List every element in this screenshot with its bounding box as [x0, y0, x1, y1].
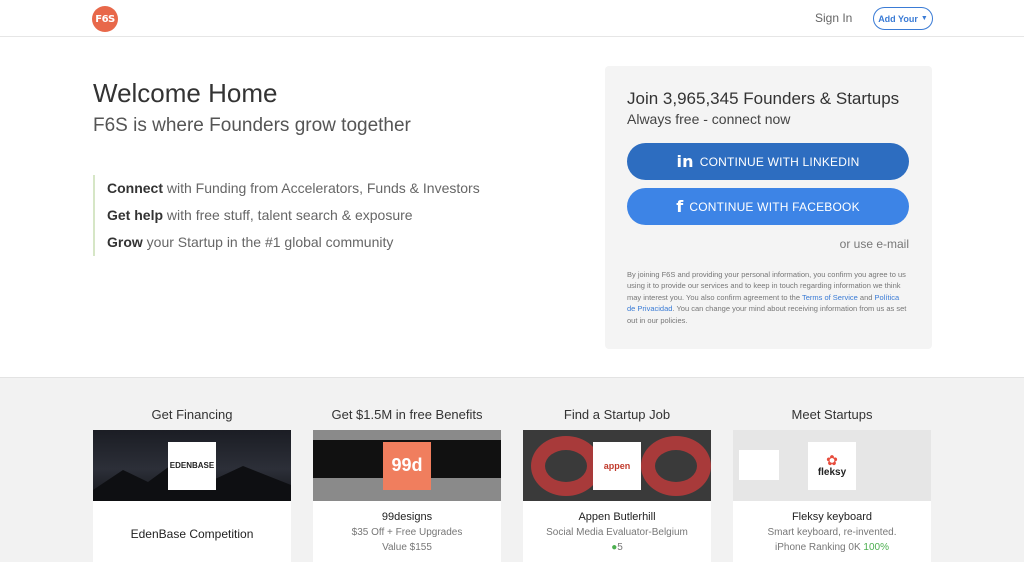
feature-text: with free stuff, talent search & exposur… [163, 207, 413, 223]
page-title: Welcome Home [93, 78, 278, 108]
section-title-startups: Meet Startups [791, 407, 873, 422]
privacy-disclaimer: By joining F6S and providing your person… [627, 269, 909, 326]
join-subtitle: Always free - connect now [627, 111, 791, 127]
page-tagline: F6S is where Founders grow together [93, 115, 411, 136]
feature-item: Connect with Funding from Accelerators, … [107, 175, 480, 202]
feature-list: Connect with Funding from Accelerators, … [93, 175, 480, 256]
section-title-financing: Get Financing [151, 407, 233, 422]
ranking-text: iPhone Ranking 0K [775, 542, 861, 553]
appen-backdrop [531, 436, 601, 496]
card-name: Fleksy keyboard [791, 511, 873, 523]
linkedin-button[interactable]: in CONTINUE WITH LINKEDIN [627, 143, 909, 180]
linkedin-icon: in [676, 152, 694, 171]
card-score: ●5 [523, 542, 711, 553]
fleksy-logo-text: fleksy [817, 467, 847, 478]
card-description: Smart keyboard, re-invented. [767, 527, 897, 538]
top-navbar: F6S Sign In Add Your ▼ [0, 0, 1024, 37]
facebook-icon: f [676, 197, 684, 216]
99designs-logo: 99d [383, 441, 431, 490]
card-job[interactable]: appen Appen Butlerhill Social Media Eval… [523, 430, 711, 562]
card-image: 99d [313, 430, 501, 501]
card-startups[interactable]: ✿ fleksy Fleksy keyboard Smart keyboard,… [733, 430, 931, 562]
appen-logo: appen [593, 441, 641, 490]
card-image: appen [523, 430, 711, 501]
feature-bold: Grow [107, 234, 143, 250]
feature-text: your Startup in the #1 global community [142, 234, 394, 250]
join-title: Join 3,965,345 Founders & Startups [627, 89, 900, 108]
card-name: EdenBase Competition [130, 527, 254, 541]
feature-text: with Funding from Accelerators, Funds & … [163, 180, 480, 196]
chevron-down-icon: ▼ [920, 15, 928, 22]
feature-item: Grow your Startup in the #1 global commu… [107, 229, 480, 256]
card-benefits[interactable]: 99d 99designs $35 Off + Free Upgrades Va… [313, 430, 501, 562]
edenbase-logo: EDENBASE [168, 441, 216, 490]
feature-bold: Get help [107, 207, 164, 223]
screenshot-thumb [739, 450, 779, 480]
section-title-job: Find a Startup Job [563, 407, 671, 422]
sign-in-link[interactable]: Sign In [815, 11, 852, 25]
facebook-label: CONTINUE WITH FACEBOOK [689, 199, 860, 214]
card-role: Social Media Evaluator-Belgium [546, 527, 688, 538]
terms-link[interactable]: Terms of Service [802, 293, 858, 302]
card-name: Appen Butlerhill [578, 511, 656, 523]
card-name: 99designs [381, 511, 433, 523]
score-value: 5 [617, 542, 623, 553]
card-ranking: iPhone Ranking 0K 100% [733, 542, 931, 553]
card-image: EDENBASE [93, 430, 291, 501]
fleksy-dots-icon: ✿ [826, 452, 838, 468]
add-your-button[interactable]: Add Your ▼ [873, 7, 933, 30]
f6s-logo[interactable]: F6S [92, 6, 118, 32]
section-title-benefits: Get $1.5M in free Benefits [331, 407, 483, 422]
card-financing[interactable]: EDENBASE EdenBase Competition [93, 430, 291, 562]
add-your-label: Add Your [878, 13, 918, 24]
card-image: ✿ fleksy [733, 430, 931, 501]
email-signup-link[interactable]: or use e-mail [840, 237, 909, 251]
linkedin-label: CONTINUE WITH LINKEDIN [699, 154, 860, 169]
card-value: Value $155 [382, 542, 432, 553]
appen-backdrop-2 [641, 436, 711, 496]
facebook-button[interactable]: f CONTINUE WITH FACEBOOK [627, 188, 909, 225]
join-panel: Join 3,965,345 Founders & Startups Alway… [605, 66, 932, 349]
discover-section: Get Financing EDENBASE EdenBase Competit… [0, 377, 1024, 562]
disclaimer-and: and [857, 292, 875, 302]
card-offer: $35 Off + Free Upgrades [351, 527, 463, 538]
fleksy-logo: ✿ fleksy [808, 441, 856, 490]
feature-item: Get help with free stuff, talent search … [107, 202, 480, 229]
ranking-percent: 100% [863, 542, 889, 553]
feature-bold: Connect [107, 180, 163, 196]
